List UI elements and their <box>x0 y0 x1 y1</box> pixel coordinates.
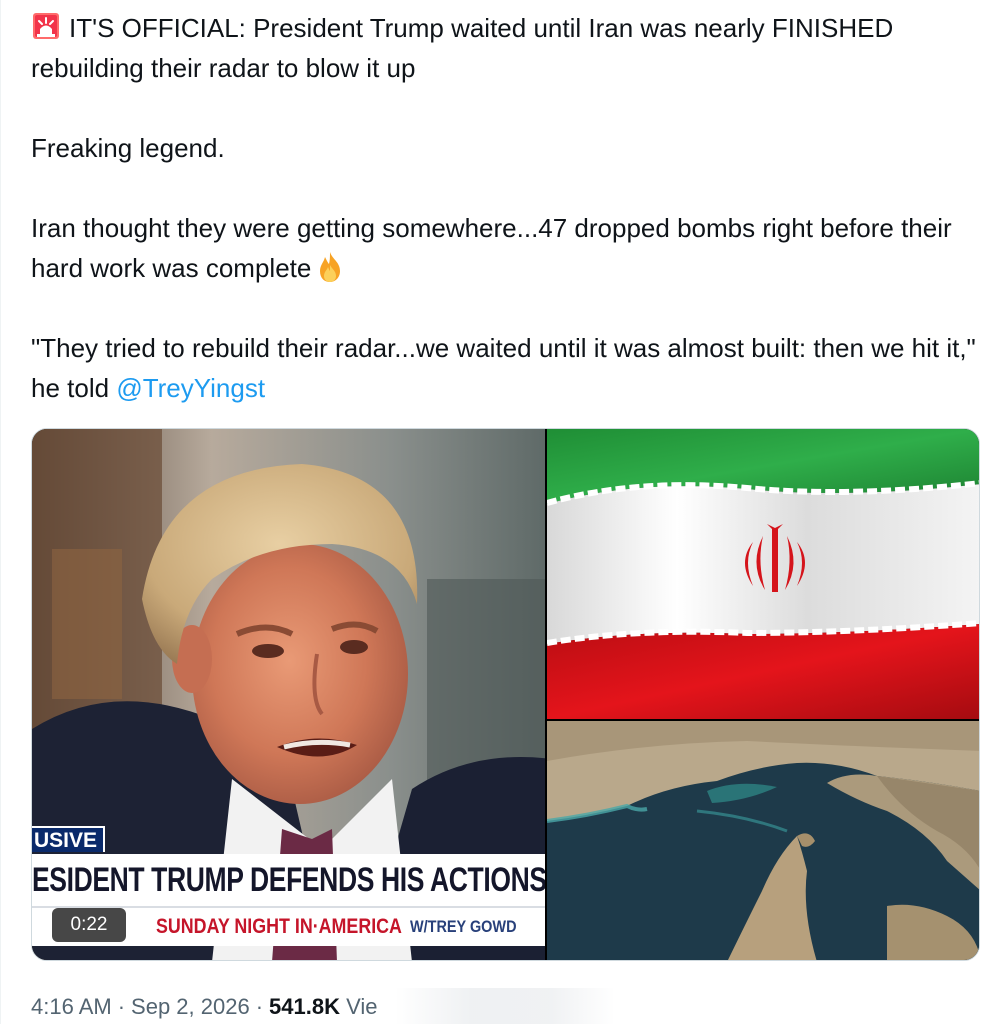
fire-icon <box>320 252 341 282</box>
chyron-headline-bar: ESIDENT TRUMP DEFENDS HIS ACTIONS A <box>32 854 545 906</box>
tweet-meta: 4:16 AM · Sep 2, 2026 · 541.8K Vie <box>31 991 378 1023</box>
iran-flag-image[interactable] <box>547 429 979 719</box>
redaction-blur <box>395 988 615 1024</box>
mention-link[interactable]: @TreyYingst <box>116 373 265 403</box>
video-duration: 0:22 <box>52 908 126 942</box>
chyron-show-name: SUNDAY NIGHT IN·AMERICA <box>156 915 402 938</box>
iran-flag-icon <box>547 429 979 719</box>
tweet-paragraph-3: Iran thought they were getting somewhere… <box>31 208 991 288</box>
meta-separator-2: · <box>255 994 264 1019</box>
tweet-date[interactable]: Sep 2, 2026 <box>131 994 250 1019</box>
tweet-paragraph-4: "They tried to rebuild their radar...we … <box>31 328 991 408</box>
meta-separator: · <box>117 994 126 1019</box>
chyron-tag: USIVE <box>32 826 106 852</box>
tweet-text: IT'S OFFICIAL: President Trump waited un… <box>31 8 991 408</box>
satellite-map-icon <box>547 721 979 960</box>
tweet-paragraph-2: Freaking legend. <box>31 133 225 163</box>
tweet-time[interactable]: 4:16 AM <box>31 994 112 1019</box>
chyron-host: W/TREY GOWD <box>410 917 517 936</box>
tweet-line-3: Iran thought they were getting somewhere… <box>31 213 952 283</box>
chyron-headline: ESIDENT TRUMP DEFENDS HIS ACTIONS A <box>32 861 545 899</box>
police-siren-icon <box>33 13 59 39</box>
video-player[interactable]: USIVE ESIDENT TRUMP DEFENDS HIS ACTIONS … <box>32 429 545 960</box>
media-grid[interactable]: USIVE ESIDENT TRUMP DEFENDS HIS ACTIONS … <box>31 428 980 961</box>
views-count[interactable]: 541.8K <box>269 994 340 1019</box>
views-label: Vie <box>346 994 378 1019</box>
tweet-paragraph-1: IT'S OFFICIAL: President Trump waited un… <box>31 8 991 88</box>
tweet-line-1: IT'S OFFICIAL: President Trump waited un… <box>31 13 894 83</box>
timeline-border <box>0 0 1 1024</box>
satellite-map-image[interactable] <box>547 721 979 960</box>
